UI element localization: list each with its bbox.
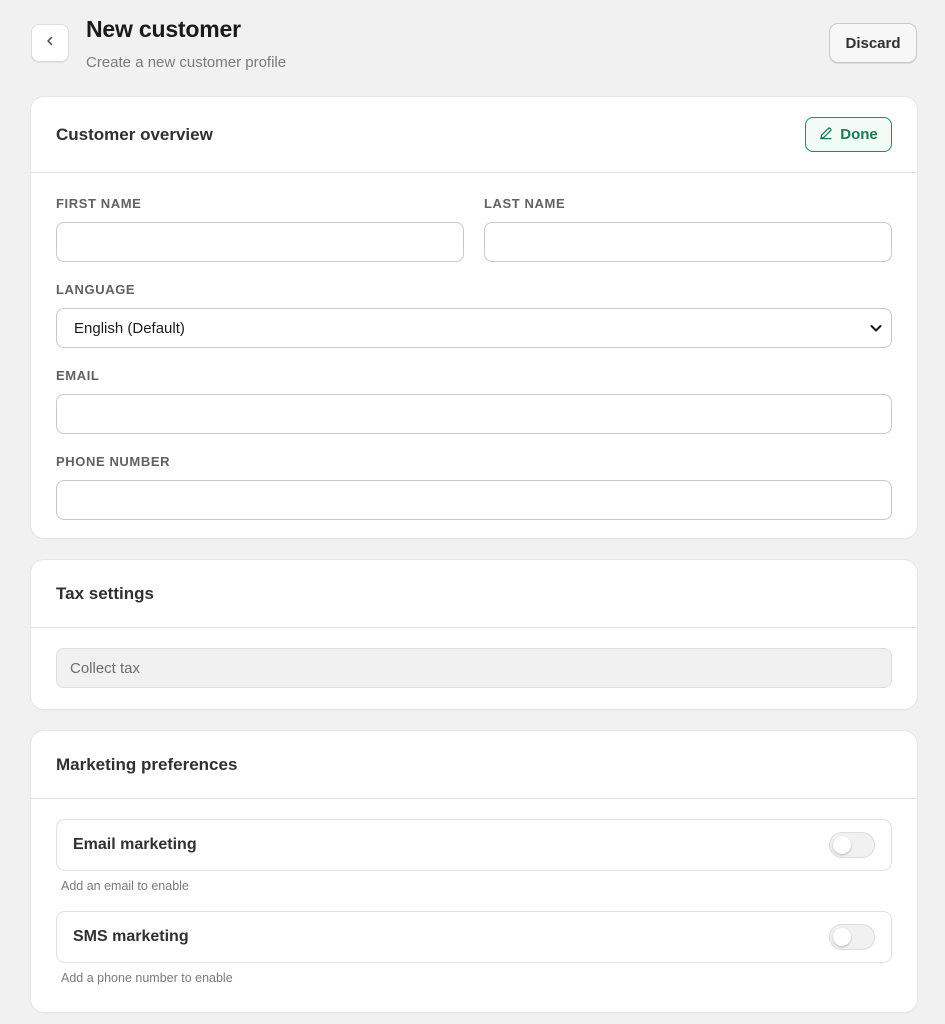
sms-marketing-toggle[interactable] [829, 924, 875, 950]
overview-form: FIRST NAME LAST NAME LANGUAGE English (D… [31, 173, 917, 540]
phone-input[interactable] [56, 480, 892, 520]
language-selected-value: English (Default) [74, 319, 185, 337]
done-label: Done [840, 126, 878, 143]
page-title: New customer [86, 16, 241, 42]
marketing-body: Email marketing Add an email to enable S… [31, 799, 917, 1007]
last-name-label: LAST NAME [484, 196, 566, 211]
name-row: FIRST NAME LAST NAME [56, 193, 892, 262]
first-name-label: FIRST NAME [56, 196, 142, 211]
email-marketing-help: Add an email to enable [61, 879, 189, 893]
marketing-preferences-card: Marketing preferences Email marketing Ad… [31, 731, 917, 1012]
toggle-knob [833, 928, 851, 946]
chevron-left-icon [44, 34, 56, 52]
tax-body: Collect tax [31, 628, 917, 708]
tax-settings-card: Tax settings Collect tax [31, 560, 917, 709]
first-name-input[interactable] [56, 222, 464, 262]
sms-marketing-row: SMS marketing [56, 911, 892, 963]
card-header: Customer overview Done [31, 97, 917, 173]
customer-overview-card: Customer overview Done FIRST NAME LAST N… [31, 97, 917, 538]
last-name-input[interactable] [484, 222, 892, 262]
email-label: EMAIL [56, 368, 100, 383]
sms-marketing-help: Add a phone number to enable [61, 971, 233, 985]
email-marketing-label: Email marketing [73, 836, 197, 853]
discard-button[interactable]: Discard [829, 23, 917, 63]
card-header: Marketing preferences [31, 731, 917, 799]
card-title: Tax settings [56, 583, 154, 603]
page-subtitle: Create a new customer profile [86, 54, 287, 71]
language-select[interactable]: English (Default) [56, 308, 892, 348]
email-marketing-toggle[interactable] [829, 832, 875, 858]
toggle-knob [833, 836, 851, 854]
email-marketing-row: Email marketing [56, 819, 892, 871]
back-button[interactable] [31, 24, 69, 62]
language-label: LANGUAGE [56, 282, 136, 297]
email-input[interactable] [56, 394, 892, 434]
done-button[interactable]: Done [805, 117, 892, 152]
card-header: Tax settings [31, 560, 917, 628]
sms-marketing-label: SMS marketing [73, 928, 189, 945]
card-title: Customer overview [56, 124, 213, 144]
pencil-icon [819, 126, 833, 144]
phone-label: PHONE NUMBER [56, 454, 171, 469]
collect-tax-field[interactable]: Collect tax [56, 648, 892, 688]
page-header: New customer Create a new customer profi… [0, 0, 945, 96]
chevron-down-icon [869, 321, 883, 339]
card-title: Marketing preferences [56, 754, 238, 774]
